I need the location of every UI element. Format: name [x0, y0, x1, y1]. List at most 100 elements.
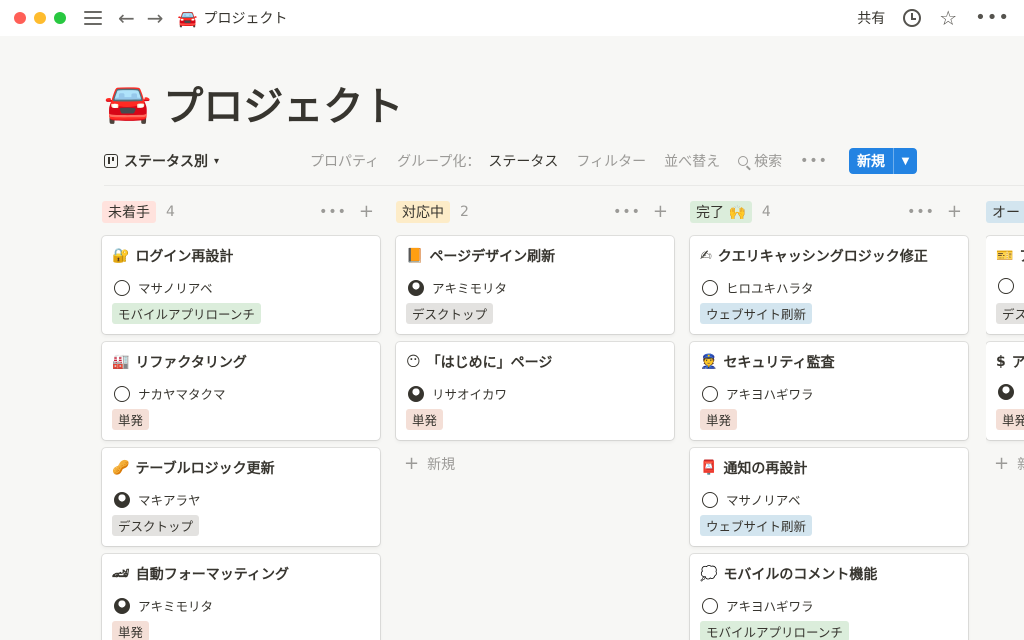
forward-arrow-icon[interactable]: →: [147, 8, 164, 28]
card-person: ヒロユキハラタ: [702, 278, 814, 297]
more-icon[interactable]: •••: [319, 204, 347, 220]
column-actions: ••• +: [613, 198, 668, 226]
avatar: [702, 279, 718, 296]
project-tag: 単発: [996, 409, 1024, 430]
board-column-in-progress: 対応中 2 ••• + 📙 ページデザイン刷新 アキミモリタ デスクトップ 😶 「は…: [396, 198, 674, 473]
status-badge[interactable]: 対応中: [396, 201, 450, 223]
search-button[interactable]: 検索: [738, 151, 782, 171]
column-actions: ••• +: [907, 198, 962, 226]
card-title: 📙 ページデザイン刷新: [406, 246, 555, 266]
card-person: マサノリアベ: [114, 278, 213, 297]
avatar: [702, 597, 718, 614]
more-icon[interactable]: •••: [613, 204, 641, 220]
card-person: リサオイカワ: [408, 384, 507, 403]
board-card[interactable]: $ ア 単発: [986, 342, 1024, 440]
board-card[interactable]: 🔐 ログイン再設計 マサノリアベ モバイルアプリローンチ: [102, 236, 380, 334]
filter-button[interactable]: フィルター: [576, 151, 646, 171]
star-icon[interactable]: ☆: [939, 8, 957, 28]
page-title: 🚘 プロジェクト: [104, 74, 403, 132]
car-icon[interactable]: 🚘: [104, 81, 151, 126]
avatar: [114, 385, 130, 402]
board-column-partial: オー 🎫ア デス $ア 単発 + 新: [986, 198, 1024, 640]
back-arrow-icon[interactable]: ←: [118, 8, 135, 28]
status-badge[interactable]: 完了 🙌: [690, 201, 752, 223]
card-person: アキヨハギワラ: [702, 596, 814, 615]
properties-button[interactable]: プロパティ: [310, 151, 379, 171]
person-name: ヒロユキハラタ: [726, 281, 814, 296]
search-icon: [738, 156, 749, 166]
project-tag: デスクトップ: [112, 515, 200, 536]
add-card-label: 新規: [427, 457, 456, 473]
column-count: 2: [460, 204, 469, 220]
project-tag: ウェブサイト刷新: [700, 515, 813, 536]
card-title: 😶 「はじめに」ページ: [406, 352, 552, 372]
avatar: [114, 279, 130, 296]
add-card-label: 新: [1017, 454, 1024, 474]
chevron-down-icon: ▾: [214, 155, 220, 167]
project-tag: デスクトップ: [406, 303, 494, 324]
zoom-window-button[interactable]: [54, 12, 66, 24]
clock-icon[interactable]: [903, 9, 922, 27]
dollar-icon: $: [996, 354, 1006, 370]
avatar: [702, 385, 718, 402]
more-icon[interactable]: •••: [907, 204, 935, 220]
card-title-text: ログイン再設計: [135, 249, 234, 265]
board-card[interactable]: 📮 通知の再設計 マサノリアベ ウェブサイト刷新: [690, 448, 968, 546]
mailbox-icon: 📮: [700, 460, 718, 476]
plus-icon[interactable]: +: [947, 203, 962, 221]
column-actions: ••• +: [319, 198, 374, 226]
group-by-button[interactable]: グループ化：: [397, 151, 480, 171]
board-card[interactable]: 💭 モバイルのコメント機能 アキヨハギワラ モバイルアプリローンチ: [690, 554, 968, 640]
plus-icon[interactable]: +: [653, 203, 668, 221]
card-title-text: ア: [1011, 355, 1024, 371]
chevron-down-icon[interactable]: ▼: [893, 148, 917, 174]
more-options-icon[interactable]: •••: [800, 153, 828, 169]
card-title: $ ア: [996, 352, 1024, 372]
plus-icon[interactable]: +: [359, 203, 374, 221]
board-card[interactable]: 🏭 リファクタリング ナカヤマタクマ 単発: [102, 342, 380, 440]
board-card[interactable]: 😶 「はじめに」ページ リサオイカワ 単発: [396, 342, 674, 440]
minimize-window-button[interactable]: [34, 12, 46, 24]
add-card-button[interactable]: + 新規: [404, 454, 455, 474]
card-title: 🥜 テーブルロジック更新: [112, 458, 275, 478]
card-person: マキアラヤ: [114, 490, 201, 509]
card-title-text: リファクタリング: [135, 355, 247, 371]
page-title-text[interactable]: プロジェクト: [163, 74, 403, 132]
avatar: [408, 385, 424, 402]
more-icon[interactable]: •••: [975, 9, 1010, 27]
board-card[interactable]: 👮 セキュリティ監査 アキヨハギワラ 単発: [690, 342, 968, 440]
board-card[interactable]: ✍ クエリキャッシングロジック修正 ヒロユキハラタ ウェブサイト刷新: [690, 236, 968, 334]
factory-icon: 🏭: [112, 354, 130, 370]
breadcrumb[interactable]: 🚘 プロジェクト: [178, 8, 288, 28]
board-card[interactable]: 🥜 テーブルロジック更新 マキアラヤ デスクトップ: [102, 448, 380, 546]
person-name: アキヨハギワラ: [726, 599, 814, 614]
project-tag: ウェブサイト刷新: [700, 303, 813, 324]
group-by-value[interactable]: ステータス: [488, 151, 558, 171]
card-title: 🏭 リファクタリング: [112, 352, 247, 372]
new-button[interactable]: 新規: [849, 148, 893, 174]
race-car-icon: 🏎: [112, 566, 130, 582]
face-icon: 😶: [406, 354, 421, 370]
person-name: マサノリアベ: [726, 493, 801, 508]
view-switcher[interactable]: ステータス別 ▾: [104, 151, 219, 171]
board-card[interactable]: 🎫ア デス: [986, 236, 1024, 334]
avatar: [998, 384, 1014, 400]
window-controls: [14, 12, 66, 24]
person-name: マサノリアベ: [138, 281, 213, 296]
status-badge[interactable]: 未着手: [102, 201, 156, 223]
column-count: 4: [761, 204, 771, 220]
column-count: 4: [166, 204, 175, 220]
sort-button[interactable]: 並べ替え: [664, 151, 720, 171]
status-badge[interactable]: オー: [986, 201, 1024, 223]
board-card[interactable]: 🏎 自動フォーマッティング アキミモリタ 単発: [102, 554, 380, 640]
board-card[interactable]: 📙 ページデザイン刷新 アキミモリタ デスクトップ: [396, 236, 674, 334]
project-tag: モバイルアプリローンチ: [112, 303, 261, 324]
card-title: 📮 通知の再設計: [700, 458, 807, 478]
add-card-button[interactable]: + 新: [994, 454, 1024, 474]
book-icon: 📙: [406, 248, 424, 264]
close-window-button[interactable]: [14, 12, 26, 24]
share-button[interactable]: 共有: [857, 8, 885, 28]
hamburger-icon[interactable]: [84, 11, 102, 25]
person-name: リサオイカワ: [432, 387, 508, 402]
breadcrumb-title: プロジェクト: [203, 11, 288, 27]
